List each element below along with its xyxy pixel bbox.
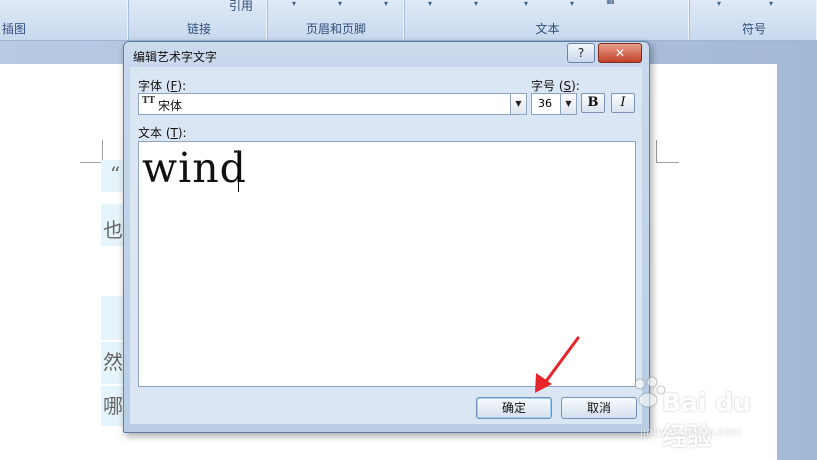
annotation-arrow-shaft [542, 336, 580, 386]
watermark-url: jingyan.baidu.com [640, 425, 742, 438]
watermark-title: Bai du 经验 [662, 388, 751, 451]
baidu-watermark: Bai du 经验 jingyan.baidu.com [632, 370, 782, 451]
